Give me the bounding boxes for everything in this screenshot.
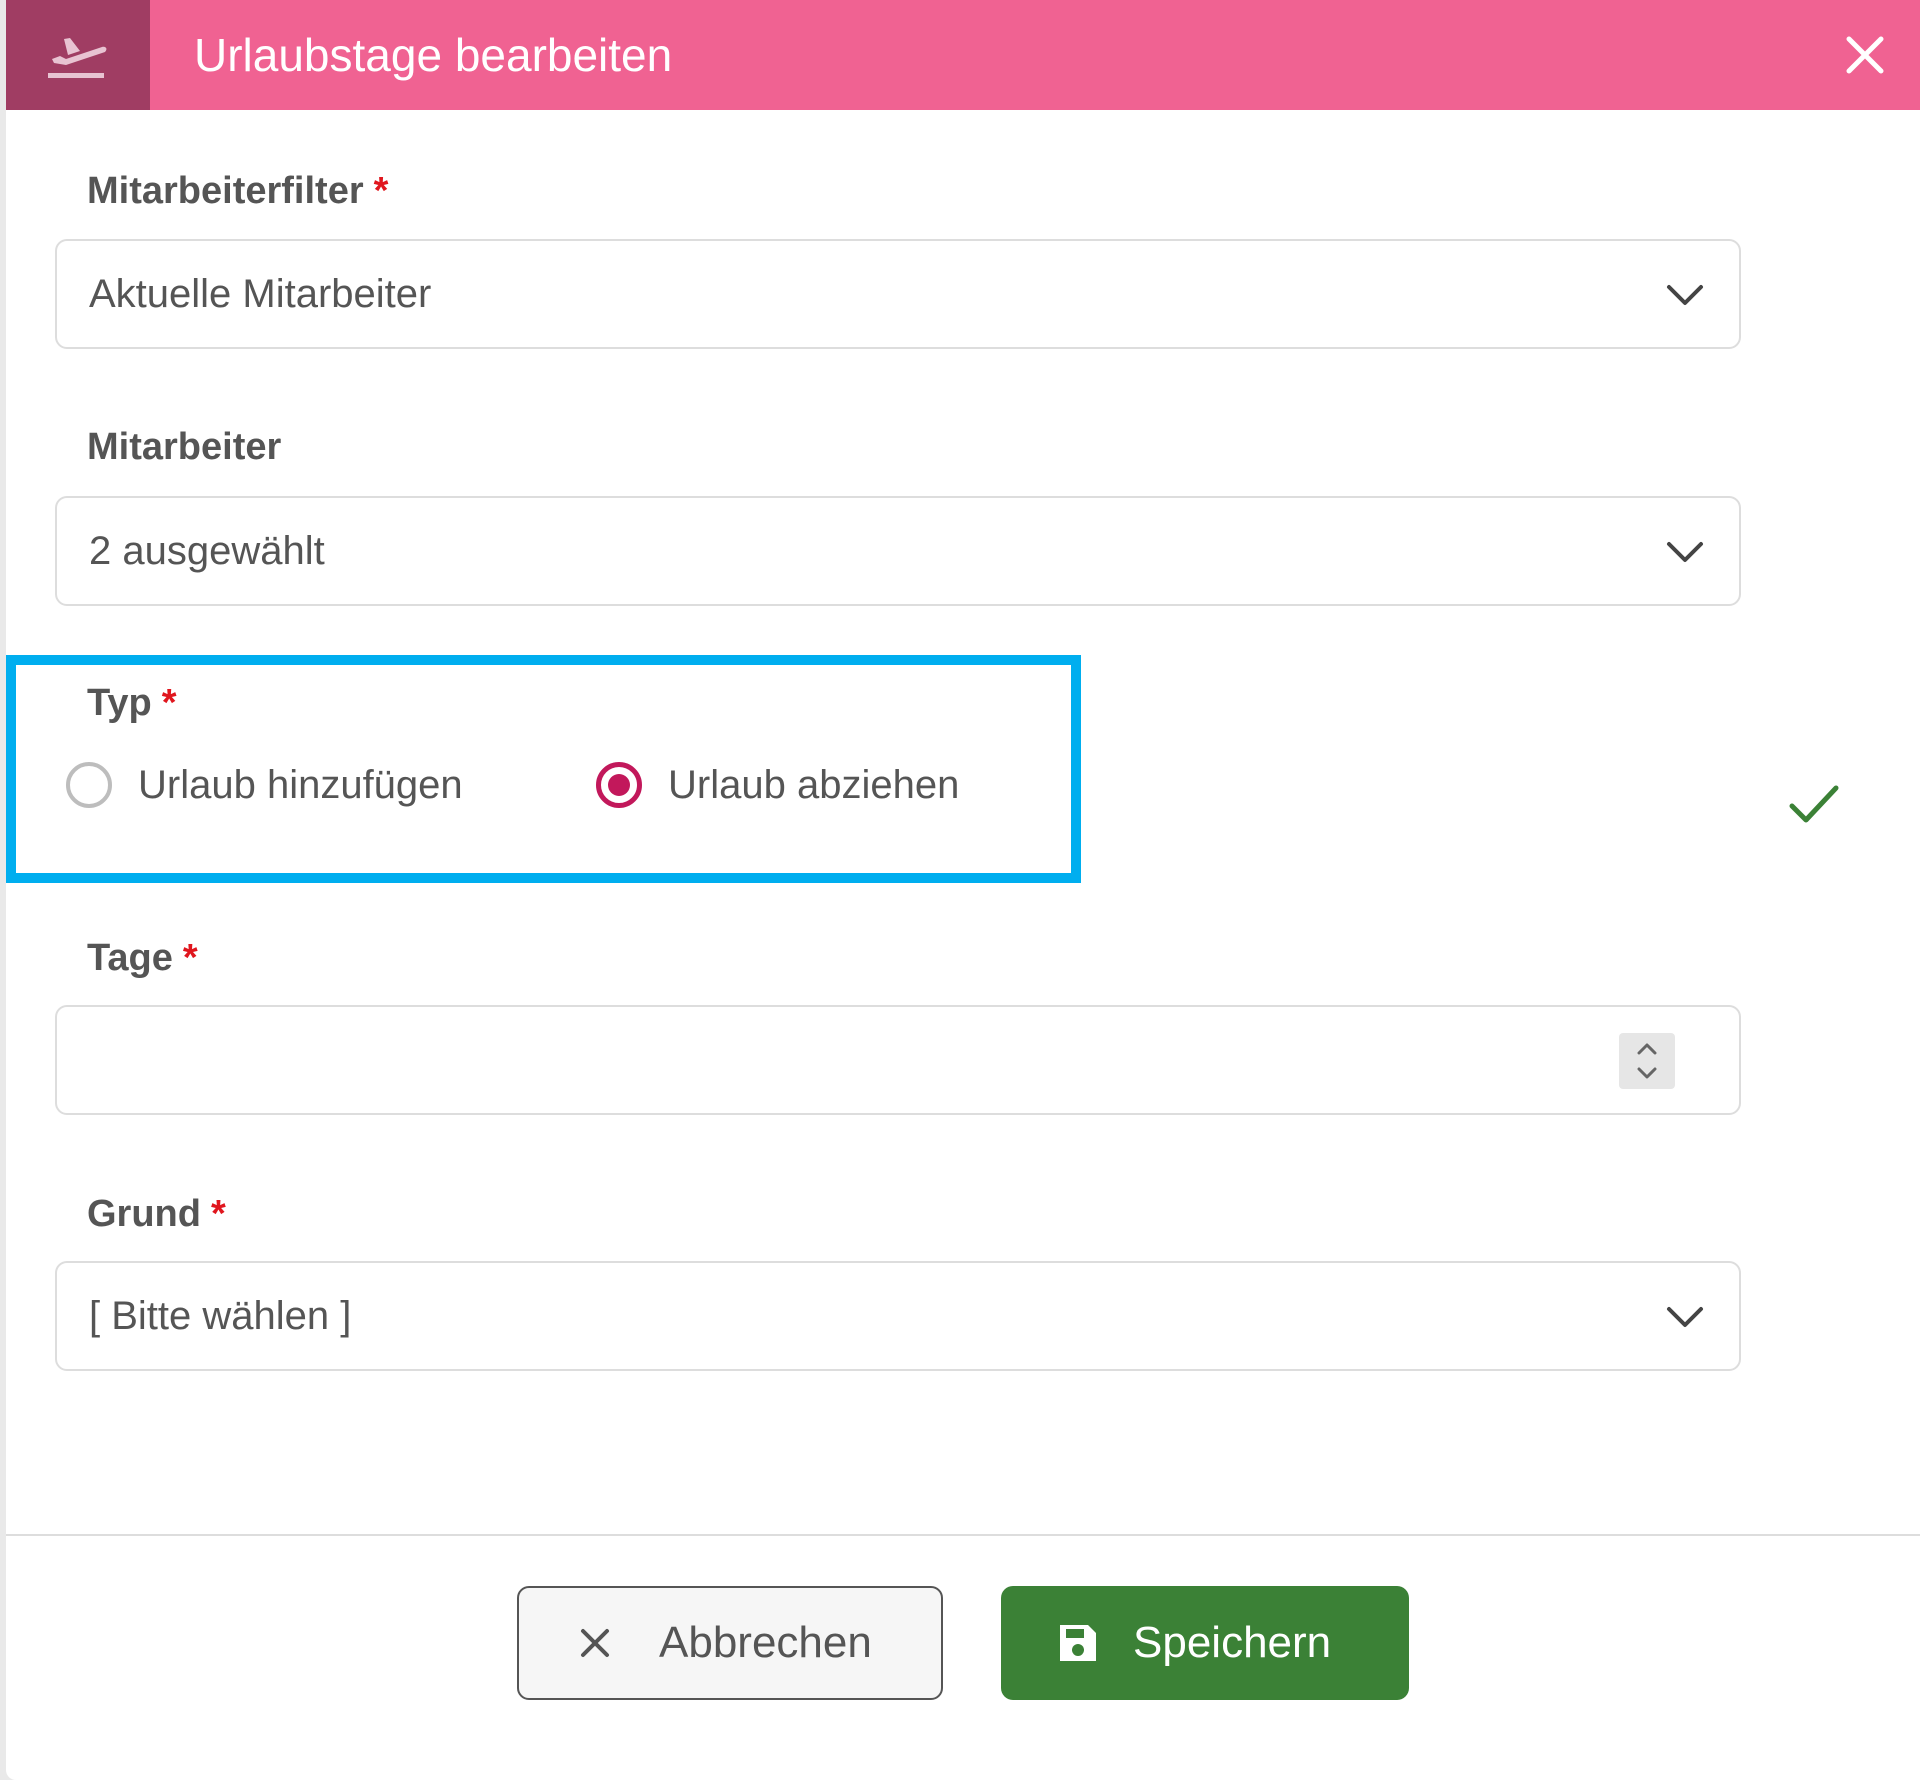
chevron-down-icon [1667,1307,1703,1327]
radio-button-checked[interactable] [596,762,642,808]
save-button[interactable]: Speichern [1001,1586,1409,1700]
radio-button-unchecked[interactable] [66,762,112,808]
close-icon [577,1625,613,1661]
plane-departure-icon [6,0,150,110]
footer-divider [6,1534,1920,1536]
radio-subtract-vacation-label: Urlaub abziehen [668,762,960,807]
save-button-label: Speichern [1133,1618,1332,1667]
required-marker: * [373,170,389,212]
employee-multiselect[interactable]: 2 ausgewählt [55,496,1741,606]
days-label: Tage * [87,937,198,979]
close-icon [1846,36,1884,74]
radio-add-vacation-label: Urlaub hinzufügen [138,762,463,807]
employee-filter-select[interactable]: Aktuelle Mitarbeiter [55,239,1741,349]
reason-label: Grund * [87,1193,226,1235]
employee-label: Mitarbeiter [87,426,282,468]
cancel-button-label: Abbrechen [659,1618,872,1667]
number-spinner[interactable] [1619,1033,1675,1089]
spinner-arrows-icon [1637,1043,1657,1079]
dialog-title: Urlaubstage bearbeiten [194,29,673,81]
radio-add-vacation[interactable]: Urlaub hinzufügen [66,755,463,815]
radio-subtract-vacation[interactable]: Urlaub abziehen [596,755,959,815]
dialog-titlebar: Urlaubstage bearbeiten [6,0,1920,110]
required-marker: * [210,1193,226,1235]
required-marker: * [182,937,198,979]
reason-select[interactable]: [ Bitte wählen ] [55,1261,1741,1371]
chevron-down-icon [1667,285,1703,305]
days-input[interactable] [55,1005,1741,1115]
reason-value: [ Bitte wählen ] [89,1294,352,1338]
employee-filter-label: Mitarbeiterfilter * [87,170,389,212]
type-label: Typ * [87,682,177,724]
edit-vacation-days-dialog: Urlaubstage bearbeiten Mitarbeiterfilter… [6,0,1920,1780]
employee-value: 2 ausgewählt [89,529,325,573]
cancel-button[interactable]: Abbrechen [517,1586,943,1700]
chevron-down-icon [1667,542,1703,562]
close-button[interactable] [1840,30,1890,80]
required-marker: * [161,682,177,724]
floppy-disk-icon [1057,1622,1099,1664]
checkmark-icon [1789,785,1839,823]
employee-filter-value: Aktuelle Mitarbeiter [89,272,432,316]
